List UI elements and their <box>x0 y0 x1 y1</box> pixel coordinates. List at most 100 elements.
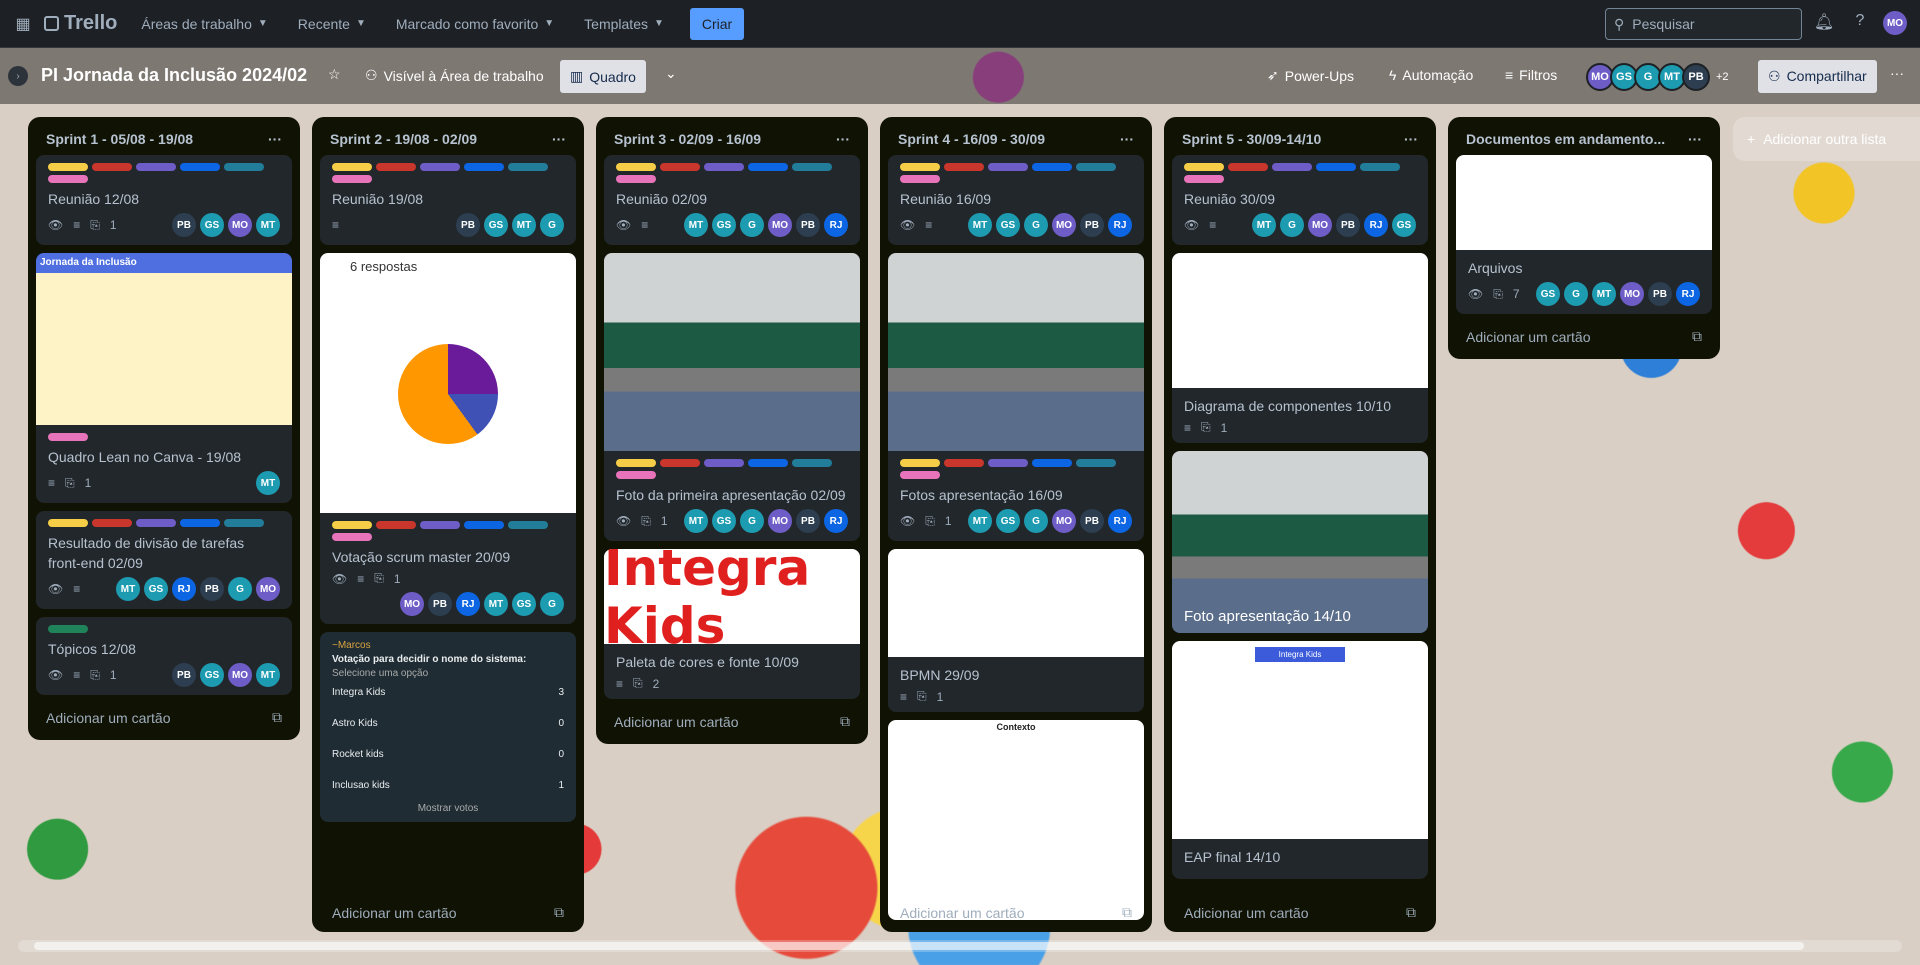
menu-templates[interactable]: Templates ▼ <box>574 10 674 38</box>
member-avatar[interactable]: GS <box>712 509 736 533</box>
star-icon[interactable]: ☆ <box>328 66 341 83</box>
member-avatar[interactable]: RJ <box>1108 509 1132 533</box>
member-avatar[interactable]: GS <box>996 509 1020 533</box>
member-avatar[interactable]: PB <box>1080 213 1104 237</box>
more-options-icon[interactable]: ··· <box>1890 65 1904 81</box>
card[interactable]: Integra Kids Paleta de cores e fonte 10/… <box>604 549 860 699</box>
member-avatar[interactable]: G <box>740 509 764 533</box>
member-avatar[interactable]: MT <box>256 213 280 237</box>
member-avatar[interactable]: G <box>740 213 764 237</box>
add-card-button[interactable]: Adicionar um cartão ⧉ <box>322 898 574 927</box>
list-title[interactable]: Documentos em andamento... <box>1466 131 1665 147</box>
sidebar-toggle-icon[interactable]: › <box>8 66 28 86</box>
member-avatar[interactable]: MO <box>400 592 424 616</box>
notifications-icon[interactable]: 🔔︎ <box>1812 12 1836 36</box>
scrollbar-thumb[interactable] <box>34 942 1804 950</box>
member-avatar[interactable]: RJ <box>172 577 196 601</box>
member-avatar[interactable]: PB <box>796 509 820 533</box>
member-avatar[interactable]: GS <box>484 213 508 237</box>
more-members-count[interactable]: +2 <box>1716 71 1729 83</box>
add-card-button[interactable]: Adicionar um cartão ⧉ <box>890 898 1142 927</box>
member-avatar[interactable]: RJ <box>1676 282 1700 306</box>
member-avatar[interactable]: PB <box>796 213 820 237</box>
member-avatar[interactable]: MT <box>1252 213 1276 237</box>
member-avatar[interactable]: RJ <box>1108 213 1132 237</box>
member-avatar[interactable]: PB <box>1080 509 1104 533</box>
add-card-button[interactable]: Adicionar um cartão ⧉ <box>1456 322 1712 351</box>
card[interactable]: Reunião 12/08 👁︎ ≡ ⎘ 1 PB GS MO MT <box>36 155 292 245</box>
member-avatar[interactable]: MT <box>1592 282 1616 306</box>
member-avatar[interactable]: PB <box>456 213 480 237</box>
add-card-button[interactable]: Adicionar um cartão ⧉ <box>604 707 860 736</box>
member-avatar[interactable]: PB <box>172 213 196 237</box>
member-avatar[interactable]: MT <box>684 509 708 533</box>
member-avatar[interactable]: PB <box>172 663 196 687</box>
card[interactable]: Reunião 19/08 ≡ PB GS MT G <box>320 155 576 245</box>
member-avatar[interactable]: MO <box>228 663 252 687</box>
menu-workspaces[interactable]: Áreas de trabalho ▼ <box>131 10 277 38</box>
powerups-button[interactable]: ➶ Power-Ups <box>1267 67 1354 84</box>
list-title[interactable]: Sprint 2 - 19/08 - 02/09 <box>330 131 477 147</box>
card[interactable]: Contexto <box>888 720 1144 920</box>
member-avatar[interactable]: MT <box>256 471 280 495</box>
menu-starred[interactable]: Marcado como favorito ▼ <box>386 10 564 38</box>
member-avatar[interactable]: MT <box>684 213 708 237</box>
member-avatar[interactable]: MT <box>968 213 992 237</box>
member-avatar[interactable]: MT <box>116 577 140 601</box>
card[interactable]: Foto da primeira apresentação 02/09 👁︎ ⎘ 1… <box>604 253 860 541</box>
member-avatar[interactable]: GS <box>144 577 168 601</box>
member-avatar[interactable]: MO <box>768 509 792 533</box>
card[interactable]: Jornada da Inclusão Quadro Lean no Canva… <box>36 253 292 503</box>
member-avatar[interactable]: RJ <box>824 213 848 237</box>
card[interactable]: Integra Kids EAP final 14/10 <box>1172 641 1428 879</box>
member-avatar[interactable]: G <box>1024 213 1048 237</box>
share-button[interactable]: ⚇ Compartilhar <box>1758 60 1877 93</box>
list-menu-icon[interactable]: ··· <box>1688 131 1702 147</box>
list-menu-icon[interactable]: ··· <box>1120 131 1134 147</box>
card[interactable]: ~Marcos Votação para decidir o nome do s… <box>320 632 576 822</box>
card[interactable]: Diagrama de componentes 10/10 ≡ ⎘ 1 <box>1172 253 1428 443</box>
add-card-button[interactable]: Adicionar um cartão ⧉ <box>1174 898 1426 927</box>
member-avatar[interactable]: G <box>1564 282 1588 306</box>
member-avatar[interactable]: MT <box>256 663 280 687</box>
card[interactable]: Reunião 16/09 👁︎ ≡ MT GS G MO PB RJ <box>888 155 1144 245</box>
board-view-button[interactable]: ▥ Quadro <box>560 60 646 93</box>
template-icon[interactable]: ⧉ <box>840 713 850 730</box>
member-avatar[interactable]: MO <box>256 577 280 601</box>
list-title[interactable]: Sprint 5 - 30/09-14/10 <box>1182 131 1321 147</box>
board-members[interactable]: MO GS G MT PB +2 <box>1586 63 1729 91</box>
help-icon[interactable]: ? <box>1848 12 1872 36</box>
visibility-button[interactable]: ⚇ Visível à Área de trabalho <box>365 67 544 84</box>
add-list-button[interactable]: + Adicionar outra lista <box>1733 117 1920 161</box>
member-avatar[interactable]: GS <box>996 213 1020 237</box>
member-avatar[interactable]: RJ <box>1364 213 1388 237</box>
member-avatar[interactable]: GS <box>1392 213 1416 237</box>
template-icon[interactable]: ⧉ <box>1692 328 1702 345</box>
member-avatar[interactable]: MO <box>1052 213 1076 237</box>
list-menu-icon[interactable]: ··· <box>836 131 850 147</box>
member-avatar[interactable]: G <box>540 592 564 616</box>
add-card-button[interactable]: Adicionar um cartão ⧉ <box>36 703 292 732</box>
member-avatar[interactable]: G <box>228 577 252 601</box>
member-avatar[interactable]: MT <box>968 509 992 533</box>
member-avatar[interactable]: PB <box>428 592 452 616</box>
filters-button[interactable]: ≡ Filtros <box>1505 67 1557 83</box>
member-avatar[interactable]: MO <box>1620 282 1644 306</box>
member-avatar[interactable]: MO <box>1308 213 1332 237</box>
list-menu-icon[interactable]: ··· <box>268 131 282 147</box>
search-input[interactable]: ⚲ Pesquisar <box>1605 8 1802 40</box>
user-avatar[interactable]: MO <box>1883 11 1907 35</box>
member-avatar[interactable]: G <box>540 213 564 237</box>
member-avatar[interactable]: PB <box>1682 63 1710 91</box>
card[interactable]: Resultado de divisão de tarefas front-en… <box>36 511 292 609</box>
member-avatar[interactable]: GS <box>512 592 536 616</box>
card[interactable]: 6 respostas Votação scrum master 20/09 👁… <box>320 253 576 624</box>
member-avatar[interactable]: RJ <box>456 592 480 616</box>
member-avatar[interactable]: MO <box>768 213 792 237</box>
chevron-down-icon[interactable]: ⌄ <box>665 65 677 82</box>
member-avatar[interactable]: GS <box>200 663 224 687</box>
member-avatar[interactable]: G <box>1024 509 1048 533</box>
list-title[interactable]: Sprint 3 - 02/09 - 16/09 <box>614 131 761 147</box>
trello-logo[interactable]: Trello <box>44 12 117 35</box>
member-avatar[interactable]: MO <box>228 213 252 237</box>
